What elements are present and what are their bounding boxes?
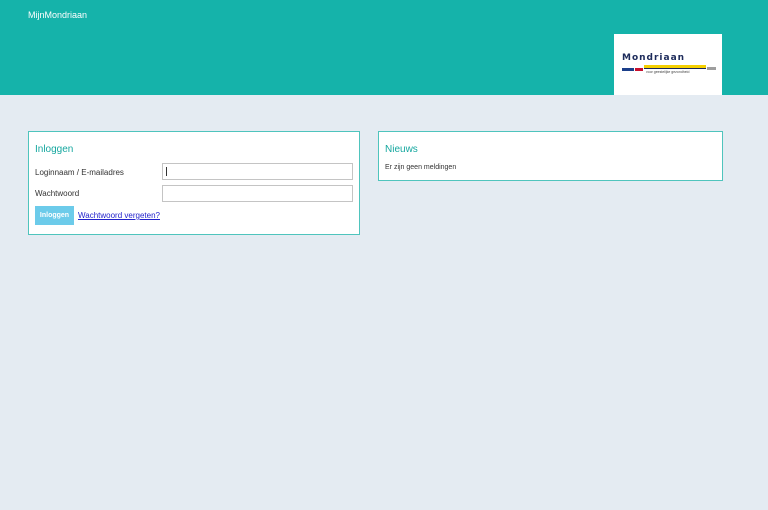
app-title[interactable]: MijnMondriaan <box>28 10 87 20</box>
forgot-password-link[interactable]: Wachtwoord vergeten? <box>78 211 160 220</box>
username-label: Loginnaam / E-mailadres <box>35 168 124 177</box>
news-panel: Nieuws Er zijn geen meldingen <box>378 131 723 181</box>
login-button[interactable]: Inloggen <box>35 206 74 225</box>
text-caret <box>166 167 167 176</box>
username-input[interactable] <box>162 163 353 180</box>
header-bar: MijnMondriaan Mondriaan voor geestelijke… <box>0 0 768 95</box>
logo-tagline: voor geestelijke gezondheid <box>646 70 690 74</box>
news-title: Nieuws <box>385 144 418 155</box>
password-label: Wachtwoord <box>35 189 80 198</box>
mondriaan-logo[interactable]: Mondriaan voor geestelijke gezondheid <box>614 34 722 95</box>
logo-name: Mondriaan <box>622 53 686 63</box>
login-title: Inloggen <box>35 144 74 155</box>
login-panel: Inloggen Loginnaam / E-mailadres Wachtwo… <box>28 131 360 235</box>
news-message: Er zijn geen meldingen <box>385 164 457 171</box>
password-input[interactable] <box>162 185 353 202</box>
